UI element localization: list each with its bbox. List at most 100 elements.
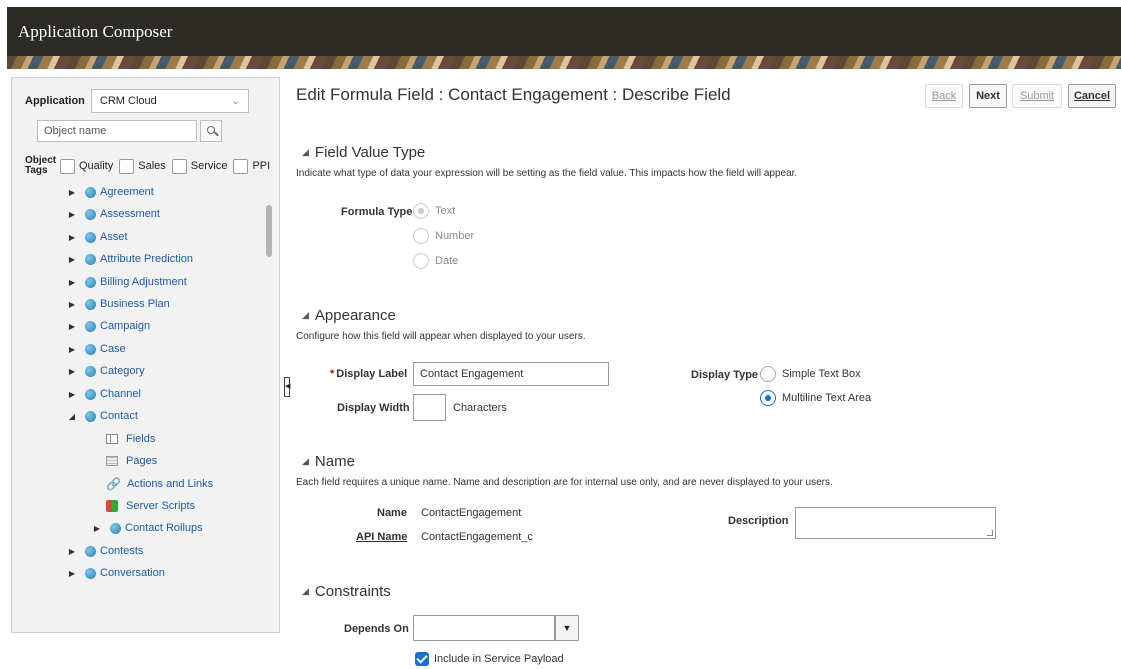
tree-item-case[interactable]: ▶ Case	[67, 341, 126, 357]
object-icon	[85, 567, 96, 579]
tree-item-conversation[interactable]: ▶ Conversation	[67, 565, 165, 581]
section-description: Configure how this field will appear whe…	[296, 331, 586, 342]
section-field-value-type[interactable]: ◢ Field Value Type	[302, 144, 425, 161]
object-search	[37, 120, 222, 142]
tag-checkbox-quality[interactable]	[60, 158, 75, 174]
expand-icon[interactable]: ▶	[67, 188, 77, 197]
object-icon	[85, 253, 96, 265]
pages-icon	[106, 456, 118, 466]
tree-item-fields[interactable]: Fields	[106, 431, 155, 447]
radio-button[interactable]	[760, 366, 776, 382]
tree-item-channel[interactable]: ▶ Channel	[67, 386, 141, 402]
tag-checkbox-ppi[interactable]	[233, 158, 249, 174]
depends-on-select[interactable]	[413, 615, 555, 641]
tree-item-actions-and-links[interactable]: 🔗 Actions and Links	[106, 476, 213, 492]
tree-item-asset[interactable]: ▶ Asset	[67, 229, 128, 245]
search-button[interactable]	[200, 120, 222, 142]
expand-icon[interactable]: ▶	[67, 233, 77, 242]
tree-item-label: Fields	[126, 433, 156, 445]
tag-checkbox-sales[interactable]	[119, 158, 135, 174]
tree-item-label: Contact	[100, 410, 138, 422]
display-type-option-multiline-text-area[interactable]: Multiline Text Area	[760, 390, 871, 406]
tree-item-label: Channel	[100, 388, 141, 400]
submit-button[interactable]: Submit	[1012, 84, 1062, 108]
application-row: Application CRM Cloud ⌄	[25, 89, 249, 113]
next-button[interactable]: Next	[969, 84, 1007, 108]
scrollbar-thumb[interactable]	[266, 205, 272, 257]
tree-scrollbar[interactable]	[263, 181, 274, 584]
expand-icon[interactable]: ▶	[92, 524, 102, 533]
object-icon	[85, 208, 96, 220]
expand-icon[interactable]: ▶	[67, 569, 77, 578]
expand-icon[interactable]: ▶	[67, 345, 77, 354]
expand-icon[interactable]: ▶	[67, 210, 77, 219]
expand-icon[interactable]: ▶	[67, 322, 77, 331]
tree-item-assessment[interactable]: ▶ Assessment	[67, 206, 160, 222]
display-width-input[interactable]	[413, 394, 446, 421]
tree-item-business-plan[interactable]: ▶ Business Plan	[67, 296, 170, 312]
dropdown-arrow-icon[interactable]: ▼	[555, 615, 579, 641]
display-type-option-simple-text-box[interactable]: Simple Text Box	[760, 366, 861, 382]
expand-icon[interactable]: ▶	[67, 547, 77, 556]
radio-button[interactable]	[760, 390, 776, 406]
object-icon	[85, 276, 96, 288]
radio-button[interactable]	[413, 203, 429, 219]
expand-icon[interactable]: ▶	[67, 390, 77, 399]
include-in-service-payload-checkbox[interactable]: Include in Service Payload	[415, 652, 564, 666]
input-value: Contact Engagement	[420, 368, 524, 380]
tree-item-pages[interactable]: Pages	[106, 453, 157, 469]
formula-type-option-date[interactable]: Date	[413, 253, 458, 269]
collapse-icon[interactable]: ◢	[67, 412, 77, 421]
panel-collapse-handle[interactable]: ◀	[284, 377, 290, 397]
section-appearance[interactable]: ◢ Appearance	[302, 307, 396, 324]
radio-button[interactable]	[413, 253, 429, 269]
display-label-input[interactable]: Contact Engagement	[413, 362, 609, 386]
tree-item-attribute-prediction[interactable]: ▶ Attribute Prediction	[67, 251, 193, 267]
expand-icon[interactable]: ▶	[67, 278, 77, 287]
tree-item-label: Contact Rollups	[125, 522, 203, 534]
tag-label-quality: Quality	[79, 160, 114, 172]
tree-item-server-scripts[interactable]: Server Scripts	[106, 498, 195, 514]
resize-grip-icon[interactable]	[987, 530, 993, 536]
section-heading: Name	[314, 453, 355, 470]
formula-type-option-number[interactable]: Number	[413, 228, 474, 244]
submit-button-label: Submit	[1019, 90, 1055, 102]
object-icon	[85, 186, 96, 198]
expand-icon[interactable]: ▶	[67, 300, 77, 309]
tree-item-category[interactable]: ▶ Category	[67, 363, 145, 379]
object-icon	[85, 298, 96, 310]
collapse-triangle-icon: ◢	[302, 456, 309, 466]
tree-item-agreement[interactable]: ▶ Agreement	[67, 184, 154, 200]
tag-checkbox-service[interactable]	[171, 158, 187, 174]
tree-item-contests[interactable]: ▶ Contests	[67, 543, 144, 559]
tree-item-billing-adjustment[interactable]: ▶ Billing Adjustment	[67, 274, 187, 290]
object-name-search-input[interactable]	[37, 120, 197, 142]
description-textarea[interactable]	[795, 507, 996, 539]
tree-item-campaign[interactable]: ▶ Campaign	[67, 318, 150, 334]
object-navigator-panel: Application CRM Cloud ⌄ Object Tags Qual…	[11, 77, 280, 633]
application-label: Application	[25, 95, 85, 107]
tree-item-label: Attribute Prediction	[100, 253, 193, 265]
back-button[interactable]: Back	[925, 84, 963, 108]
fields-icon	[106, 434, 118, 444]
object-icon	[85, 231, 96, 243]
cancel-button[interactable]: Cancel	[1068, 84, 1116, 108]
object-icon	[85, 410, 96, 422]
expand-icon[interactable]: ▶	[67, 367, 77, 376]
radio-label: Text	[435, 205, 456, 217]
display-width-label: Display Width	[337, 402, 410, 414]
section-name[interactable]: ◢ Name	[302, 453, 355, 470]
tree-item-contact[interactable]: ◢ Contact	[67, 408, 138, 424]
application-select[interactable]: CRM Cloud ⌄	[90, 89, 249, 113]
checkbox-checked-icon[interactable]	[415, 652, 429, 666]
expand-icon[interactable]: ▶	[67, 255, 77, 264]
display-type-label: Display Type	[691, 369, 759, 381]
object-icon	[110, 522, 121, 534]
formula-type-option-text[interactable]: Text	[413, 203, 455, 219]
depends-on-label: Depends On	[344, 623, 409, 635]
section-constraints[interactable]: ◢ Constraints	[302, 583, 391, 600]
tree-item-contact-rollups[interactable]: ▶ Contact Rollups	[92, 520, 203, 536]
tree-item-label: Pages	[126, 455, 158, 467]
radio-button[interactable]	[413, 228, 429, 244]
collapse-triangle-icon: ◢	[302, 586, 309, 596]
